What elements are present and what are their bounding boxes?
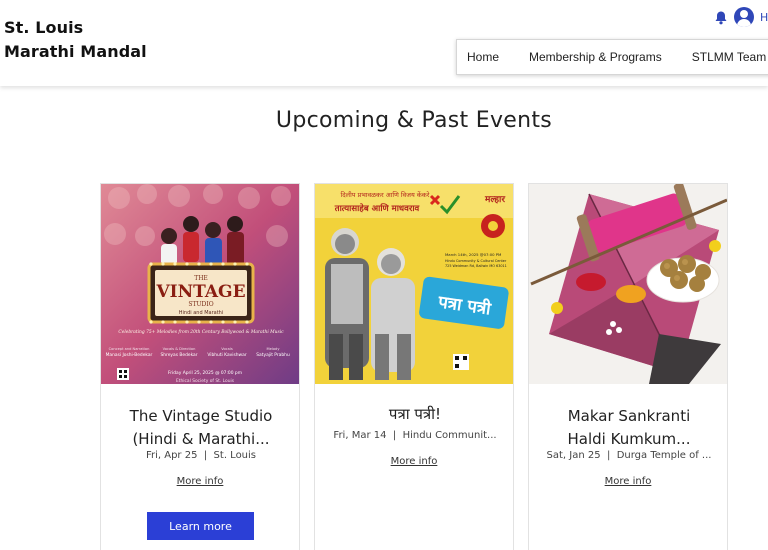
poster-credit2-name: Shreyas Bedekar bbox=[160, 352, 197, 358]
site-title[interactable]: St. Louis Marathi Mandal bbox=[4, 16, 147, 64]
poster-credit3-name: Vibhuti Kavishwar bbox=[207, 352, 246, 358]
site-title-line1: St. Louis bbox=[4, 18, 84, 37]
poster-credit4-name: Satyajit Prabhu bbox=[256, 352, 290, 358]
event-location: Hindu Communit... bbox=[402, 430, 497, 441]
event-location: Durga Temple of ... bbox=[616, 450, 712, 461]
site-title-line2: Marathi Mandal bbox=[4, 42, 147, 61]
poster-top2: तात्यासाहेब आणि माधवराव bbox=[334, 203, 421, 214]
poster-date-line: Friday April 25, 2025 @ 07:00 pm bbox=[168, 370, 242, 376]
main-nav: Home Membership & Programs STLMM Team bbox=[456, 39, 768, 75]
event-date-location: Sat, Jan 25 | Durga Temple of ... bbox=[546, 450, 712, 461]
user-name-label[interactable]: H bbox=[760, 11, 768, 24]
poster-vintage-text: VINTAGE bbox=[155, 282, 245, 302]
event-date: Sat, Jan 25 bbox=[546, 450, 601, 461]
poster-credit3-role: Vocals bbox=[221, 347, 233, 351]
event-date: Fri, Mar 14 bbox=[333, 430, 387, 441]
poster-credit1-role: Concept and Narration bbox=[109, 347, 150, 351]
account-area: H bbox=[712, 6, 768, 28]
bell-icon[interactable] bbox=[712, 8, 730, 26]
event-date-location: Fri, Apr 25 | St. Louis bbox=[145, 450, 257, 461]
poster-venue-line: Ethical Society of St. Louis bbox=[176, 378, 235, 384]
poster-sub-text: Hindi and Marathi bbox=[179, 310, 223, 316]
event-location: St. Louis bbox=[213, 450, 257, 461]
event-poster-image[interactable]: दिलीप प्रभावळकर आणि विजय केंकरे तात्यासा… bbox=[315, 184, 513, 384]
poster-venue1: Hindu Community & Cultural Center bbox=[445, 259, 507, 263]
event-poster-image[interactable] bbox=[529, 184, 727, 384]
event-title[interactable]: Makar Sankranti Haldi Kumkum... bbox=[537, 405, 721, 451]
event-date-location: Fri, Mar 14 | Hindu Communit... bbox=[333, 430, 497, 441]
poster-credit1-name: Manasi Joshi-Bedekar bbox=[106, 352, 153, 358]
poster-logo: मल्हार bbox=[484, 195, 505, 205]
poster-date-line: March 14th, 2025 @07:00 PM bbox=[445, 252, 501, 257]
poster-venue2: 725 Weidman Rd, Ballwin MO 63011 bbox=[445, 264, 507, 268]
nav-item-membership-programs[interactable]: Membership & Programs bbox=[514, 50, 677, 64]
poster-top1: दिलीप प्रभावळकर आणि विजय केंकरे bbox=[341, 191, 430, 199]
event-card-vintage-studio[interactable]: THE VINTAGE STUDIO Hindi and Marathi Cel… bbox=[100, 183, 300, 550]
more-info-link[interactable]: More info bbox=[101, 476, 299, 487]
learn-more-button[interactable]: Learn more bbox=[147, 512, 254, 540]
poster-credit4-role: Melody bbox=[267, 347, 281, 351]
nav-item-stlmm-team[interactable]: STLMM Team bbox=[677, 50, 768, 64]
event-title[interactable]: The Vintage Studio (Hindi & Marathi... bbox=[109, 405, 293, 451]
poster-the-text: THE bbox=[194, 275, 208, 282]
site-header: St. Louis Marathi Mandal H Home Membersh… bbox=[0, 0, 768, 86]
poster-credit2-role: Vocals & Direction bbox=[163, 347, 196, 351]
event-card-patra-patri[interactable]: दिलीप प्रभावळकर आणि विजय केंकरे तात्यासा… bbox=[314, 183, 514, 550]
more-info-link[interactable]: More info bbox=[315, 456, 513, 467]
poster-studio-text: STUDIO bbox=[188, 301, 213, 308]
nav-item-home[interactable]: Home bbox=[457, 50, 514, 64]
page-title: Upcoming & Past Events bbox=[275, 108, 553, 133]
event-title[interactable]: पत्रा पत्री! bbox=[323, 403, 507, 426]
more-info-link[interactable]: More info bbox=[529, 476, 727, 487]
event-poster-image[interactable]: THE VINTAGE STUDIO Hindi and Marathi Cel… bbox=[101, 184, 299, 384]
user-avatar-icon[interactable] bbox=[734, 7, 754, 27]
poster-tagline: Celebrating 75+ Melodies from 20th Centu… bbox=[118, 330, 284, 335]
event-card-makar-sankranti[interactable]: Makar Sankranti Haldi Kumkum... Sat, Jan… bbox=[528, 183, 728, 550]
event-date: Fri, Apr 25 bbox=[145, 450, 198, 461]
